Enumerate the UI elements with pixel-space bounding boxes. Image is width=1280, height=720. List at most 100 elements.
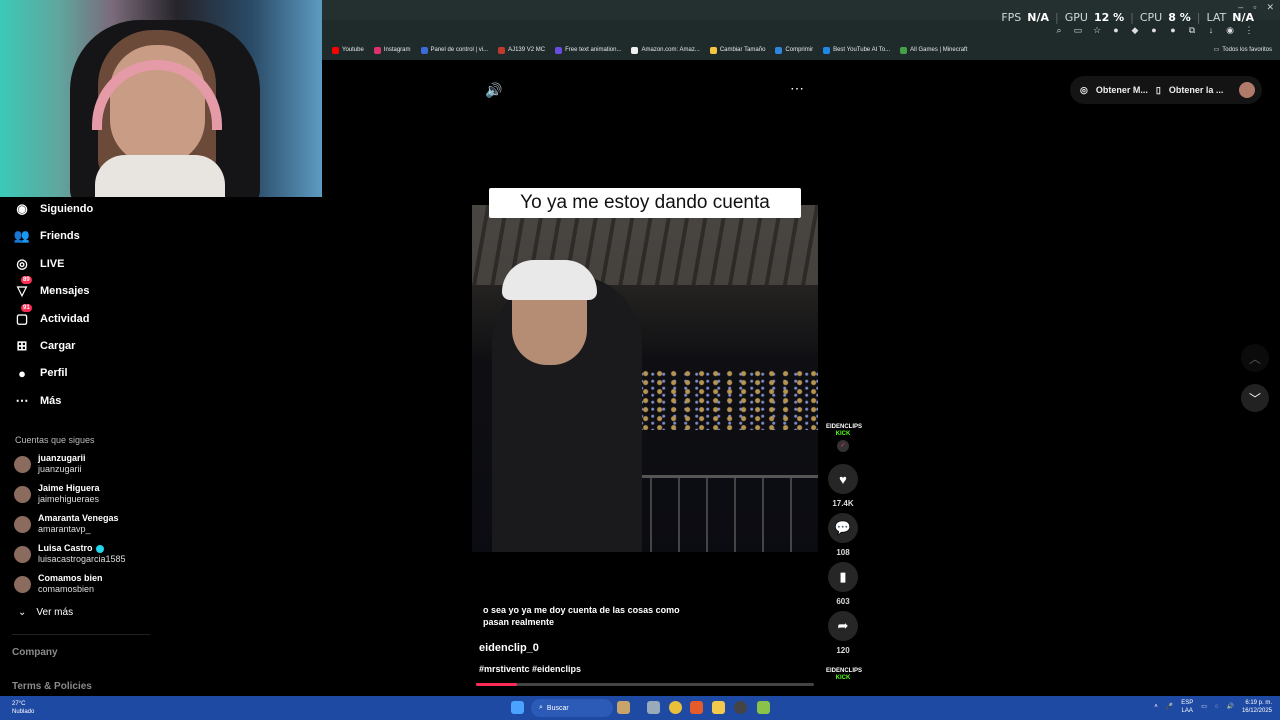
streamer-shirt <box>95 155 225 197</box>
following-account[interactable]: juanzugarii juanzugarii <box>14 453 86 475</box>
sidebar-item-activity[interactable]: ▢ 91 Actividad <box>12 303 90 329</box>
get-coins-button[interactable]: Obtener M... <box>1096 85 1148 95</box>
widgets-icon[interactable] <box>617 701 630 714</box>
bookmark-item[interactable]: Cambiar Tamaño <box>709 46 765 54</box>
obs-icon[interactable] <box>734 701 747 714</box>
weather-widget[interactable]: 27°C Nublado <box>12 700 34 716</box>
sidebar-item-more[interactable]: ⋯ Más <box>12 391 62 411</box>
download-icon[interactable]: ↓ <box>1206 25 1216 35</box>
chrome-icon[interactable] <box>669 701 682 714</box>
footer-company[interactable]: Company <box>12 647 58 658</box>
star-icon[interactable]: ☆ <box>1092 25 1102 35</box>
language-indicator[interactable]: ESP LAA <box>1181 699 1193 715</box>
volume-icon[interactable]: 🔊 <box>1226 703 1233 711</box>
sidebar-item-upload[interactable]: ⊞ Cargar <box>12 336 76 356</box>
next-video-button[interactable]: ﹀ <box>1241 384 1269 412</box>
profile-icon[interactable]: ◉ <box>1225 25 1235 35</box>
following-account[interactable]: Comamos bien comamosbien <box>14 573 103 595</box>
close-icon[interactable]: ✕ <box>1266 2 1274 13</box>
bookmark-favicon-icon <box>900 46 908 54</box>
bookmark-item[interactable]: All Games | Minecraft <box>900 46 967 54</box>
sidebar-item-friends[interactable]: 👥 Friends <box>12 226 80 246</box>
clock[interactable]: 6:19 p. m. 16/12/2025 <box>1242 699 1272 715</box>
avatar[interactable] <box>1239 82 1256 98</box>
save-button[interactable]: ▮ 603 <box>828 562 858 606</box>
notification-badge: 89 <box>21 276 32 285</box>
bookmark-item[interactable]: Instagram <box>373 46 411 54</box>
bookmark-item[interactable]: Amazon.com: Amaz... <box>631 46 700 54</box>
see-more-button[interactable]: ⌄ Ver más <box>18 607 73 618</box>
account-handle: juanzugarii <box>38 464 82 474</box>
follow-check-icon[interactable]: ✓ <box>837 440 849 452</box>
following-account[interactable]: Jaime Higuera jaimehigueraes <box>14 483 100 505</box>
bookmark-item[interactable]: Youtube <box>332 46 364 54</box>
footer-terms[interactable]: Terms & Policies <box>12 681 92 692</box>
bookmark-label: Amazon.com: Amaz... <box>641 47 700 53</box>
video-player[interactable] <box>472 205 818 552</box>
monitor-icon[interactable]: ▭ <box>1201 703 1207 711</box>
overlay-divider: | <box>1196 11 1201 24</box>
cpu-label: CPU <box>1139 11 1163 24</box>
bookmark-item[interactable]: Best YouTube AI To... <box>823 46 890 54</box>
screen: – ▫ ✕ FPS N/A | GPU 12 % | CPU 8 % | LAT… <box>0 0 1280 720</box>
comment-button[interactable]: 💬 108 <box>828 513 858 557</box>
bookmark-item[interactable]: AJ139 V2 MC <box>498 46 545 54</box>
video-description: o sea yo ya me doy cuenta de las cosas c… <box>483 605 680 627</box>
chevron-up-icon[interactable]: ˄ <box>1154 703 1158 711</box>
get-app-button[interactable]: Obtener la ... <box>1169 85 1224 95</box>
menu-icon[interactable]: ⋮ <box>1244 25 1254 35</box>
sidebar-item-live[interactable]: ◎ LIVE <box>12 254 64 274</box>
bookmarks-bar: Youtube Instagram Panel de control | vi...… <box>322 40 1280 60</box>
video-hashtags[interactable]: #mrstiventc #eidenclips <box>479 664 581 674</box>
creator-avatar[interactable]: EIDENCLIPS KICK <box>826 424 862 438</box>
brave-icon[interactable] <box>690 701 703 714</box>
address-bar-icons: ⌕ ▭ ☆ ● ◆ ● ● ⧉ ↓ ◉ ⋮ <box>1054 25 1254 35</box>
following-icon: ◉ <box>16 201 28 216</box>
video-progress-bar[interactable] <box>476 683 814 686</box>
extension-icon[interactable]: ● <box>1111 25 1121 35</box>
all-bookmarks[interactable]: ▭ Todos los favoritos <box>1213 46 1272 54</box>
heart-icon: ♥ <box>828 464 858 494</box>
lang-code: ESP <box>1181 700 1194 706</box>
weather-temp: 27°C <box>12 701 26 707</box>
previous-video-button[interactable]: ︿ <box>1241 344 1269 372</box>
extension-icon[interactable]: ◆ <box>1130 25 1140 35</box>
fps-label: FPS <box>1001 11 1022 24</box>
folder-icon: ▭ <box>1213 47 1220 53</box>
browser-toolbar: – ▫ ✕ FPS N/A | GPU 12 % | CPU 8 % | LAT… <box>322 0 1280 40</box>
sidebar-item-messages[interactable]: ▽ 89 Mensajes <box>12 276 90 301</box>
notification-badge: 91 <box>21 303 32 312</box>
taskbar-search[interactable]: ⌕ Buscar <box>531 699 613 717</box>
more-options-icon[interactable]: ⋯ <box>790 80 804 97</box>
cast-icon[interactable]: ▭ <box>1073 25 1083 35</box>
start-icon[interactable] <box>511 701 524 714</box>
bookmark-item[interactable]: Free text animation... <box>555 46 621 54</box>
puzzle-icon[interactable]: ⧉ <box>1187 25 1197 35</box>
mic-icon[interactable]: 🎤 <box>1166 703 1173 711</box>
extension-icon[interactable]: ● <box>1168 25 1178 35</box>
bookmark-item[interactable]: Comprimir <box>775 46 813 54</box>
share-button[interactable]: ➦ 120 <box>828 611 858 655</box>
extension-icon[interactable]: ● <box>1149 25 1159 35</box>
video-author[interactable]: eidenclip_0 <box>479 642 539 654</box>
sidebar-item-following[interactable]: ◉ Siguiendo <box>12 199 93 219</box>
kick-logo-line2: KICK <box>835 675 851 681</box>
app-icon[interactable] <box>757 701 770 714</box>
task-view-icon[interactable] <box>647 701 660 714</box>
account-display-name: Luisa Castro <box>38 543 126 554</box>
video-city-lights <box>612 370 818 430</box>
clock-time: 6:19 p. m. <box>1245 700 1272 706</box>
zoom-icon[interactable]: ⌕ <box>1054 25 1064 35</box>
video-caption: Yo ya me estoy dando cuenta <box>489 188 801 218</box>
like-button[interactable]: ♥ 17.4K <box>828 464 858 508</box>
top-actions: ◎ Obtener M... ▯ Obtener la ... <box>1070 76 1262 104</box>
file-explorer-icon[interactable] <box>712 701 725 714</box>
sidebar-item-profile[interactable]: ● Perfil <box>12 363 67 383</box>
volume-icon[interactable]: 🔊 <box>485 82 502 99</box>
friends-icon: 👥 <box>13 228 31 244</box>
bookmark-item[interactable]: Panel de control | vi... <box>420 46 488 54</box>
following-account[interactable]: Luisa Castro luisacastrogarcia1585 <box>14 543 126 565</box>
music-disc[interactable]: EIDENCLIPS KICK <box>826 668 862 682</box>
following-account[interactable]: Amaranta Venegas amarantavp_ <box>14 513 119 535</box>
network-icon[interactable]: ◌ <box>1215 703 1219 711</box>
